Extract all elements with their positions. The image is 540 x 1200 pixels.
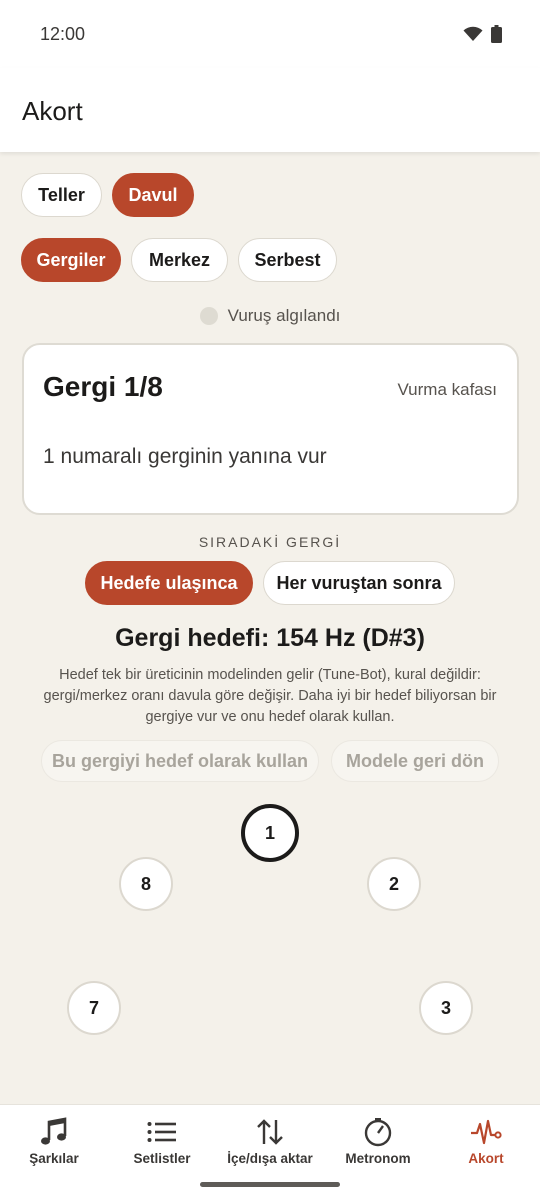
tuner-waveform-icon	[466, 1115, 506, 1149]
lug-card: Gergi 1/8 Vurma kafası 1 numaralı gergin…	[22, 343, 519, 515]
metronome-icon	[358, 1115, 398, 1149]
home-indicator[interactable]	[200, 1182, 340, 1187]
lug-card-tag: Vurma kafası	[397, 380, 497, 399]
use-lug-as-target-button[interactable]: Bu gergiyi hedef olarak kullan	[41, 740, 319, 782]
list-icon	[142, 1115, 182, 1149]
nav-item-akort[interactable]: Akort	[432, 1105, 540, 1200]
tab-davul[interactable]: Davul	[112, 173, 194, 217]
tab-serbest[interactable]: Serbest	[238, 238, 337, 282]
lug-card-instruction: 1 numaralı gerginin yanına vur	[43, 445, 327, 468]
hit-dot-icon	[199, 307, 218, 325]
nav-label-import-export: İçe/dışa aktar	[227, 1151, 313, 1166]
revert-to-model-button[interactable]: Modele geri dön	[331, 740, 499, 782]
app-bar: Akort	[0, 68, 540, 152]
lug-7[interactable]: 7	[67, 981, 121, 1035]
hit-indicator: Vuruş algılandı	[0, 304, 540, 328]
battery-icon	[491, 25, 502, 43]
option-after-each-hit[interactable]: Her vuruştan sonra	[263, 561, 455, 605]
status-bar: 12:00	[0, 0, 540, 68]
lug-1[interactable]: 1	[241, 804, 299, 862]
nav-label-akort: Akort	[468, 1151, 504, 1166]
tab-teller[interactable]: Teller	[21, 173, 102, 217]
nav-label-sarkilar: Şarkılar	[29, 1151, 79, 1166]
tab-gergiler[interactable]: Gergiler	[21, 238, 121, 282]
lug-8[interactable]: 8	[119, 857, 173, 911]
hit-indicator-label: Vuruş algılandı	[227, 306, 341, 325]
music-note-icon	[34, 1115, 74, 1149]
next-lug-section-label: SIRADAKİ GERGİ	[198, 534, 342, 550]
nav-label-setlistler: Setlistler	[133, 1151, 191, 1166]
lug-2[interactable]: 2	[367, 857, 421, 911]
status-time: 12:00	[40, 24, 86, 44]
import-export-icon	[250, 1115, 290, 1149]
target-description: Hedef tek bir üreticinin modelinden geli…	[43, 667, 497, 725]
tab-merkez[interactable]: Merkez	[131, 238, 228, 282]
nav-item-sarkilar[interactable]: Şarkılar	[0, 1105, 108, 1200]
nav-label-metronom: Metronom	[345, 1151, 411, 1166]
option-on-target[interactable]: Hedefe ulaşınca	[85, 561, 253, 605]
nav-item-metronom[interactable]: Metronom	[324, 1105, 432, 1200]
target-title: Gergi hedefi: 154 Hz (D#3)	[115, 624, 425, 652]
wifi-icon	[463, 26, 483, 41]
lug-3[interactable]: 3	[419, 981, 473, 1035]
lug-card-title: Gergi 1/8	[43, 371, 163, 402]
status-icons	[463, 25, 502, 43]
page-title: Akort	[22, 96, 83, 126]
